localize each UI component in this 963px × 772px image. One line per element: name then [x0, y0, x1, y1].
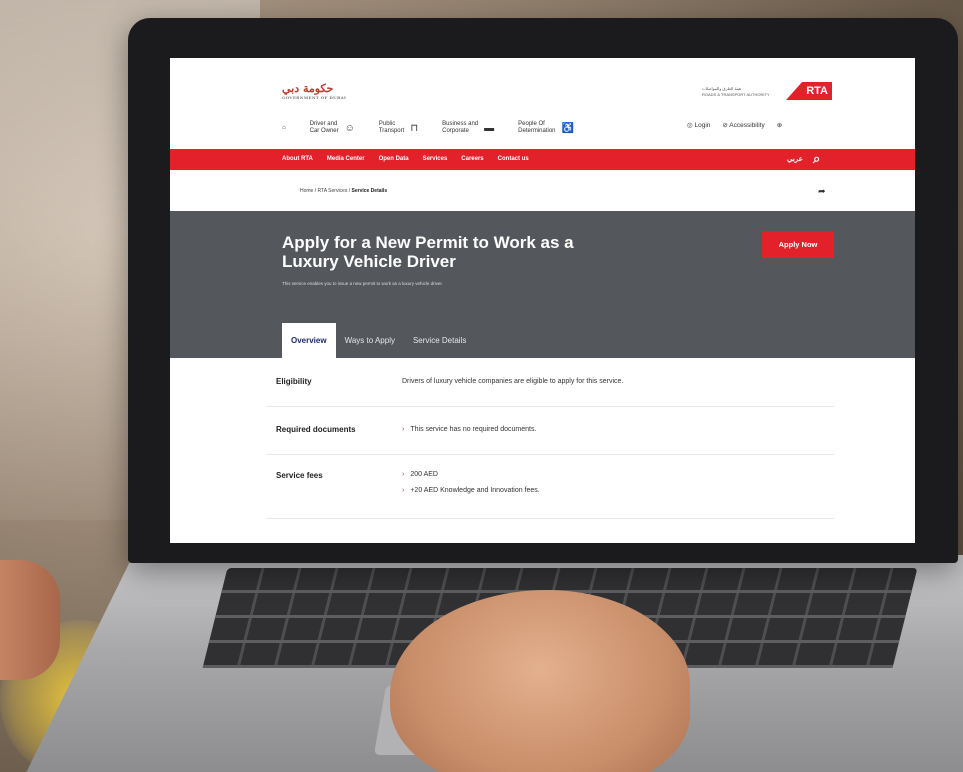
breadcrumb: Home / RTA Services / Service Details — [300, 188, 388, 194]
eligibility-value: Drivers of luxury vehicle companies are … — [402, 378, 624, 385]
gov-logo-arabic: حكومة دبي — [282, 82, 334, 95]
eligibility-row: Eligibility Drivers of luxury vehicle co… — [266, 358, 834, 407]
breadcrumb-services[interactable]: RTA Services — [318, 188, 348, 194]
left-arm — [0, 560, 60, 680]
nav-label: Public Transport — [378, 121, 405, 134]
login-link[interactable]: ◎ Login — [687, 121, 710, 129]
service-tabs: Overview Ways to Apply Service Details — [282, 323, 475, 358]
fees-label: Service fees — [276, 471, 323, 480]
bus-icon: ⊓ — [410, 122, 419, 134]
primary-nav: ⌂ Driver and Car Owner ☺ Public Transport … — [282, 118, 574, 138]
driver-icon: ☺ — [344, 122, 355, 134]
documents-label: Required documents — [276, 425, 356, 434]
site-header: حكومة دبي GOVERNMENT OF DUBAI هيئة الطرق… — [170, 58, 915, 134]
breadcrumb-home[interactable]: Home — [300, 188, 313, 194]
nav-driver-car-owner[interactable]: Driver and Car Owner ☺ — [310, 121, 355, 135]
nav-public-transport[interactable]: Public Transport ⊓ — [379, 121, 418, 135]
breadcrumb-current: Service Details — [351, 188, 388, 194]
rta-logo[interactable]: RTA — [786, 82, 832, 100]
page-title: Apply for a New Permit to Work as a Luxu… — [282, 233, 574, 271]
tab-ways-to-apply[interactable]: Ways to Apply — [336, 323, 404, 358]
header-tools: ◎ Login ⊘ Accessibility ⊕ — [687, 121, 782, 129]
fee-item: › +20 AED Knowledge and Innovation fees. — [402, 487, 540, 494]
nav-link-open-data[interactable]: Open Data — [379, 156, 409, 162]
fee-item: › 200 AED — [402, 471, 438, 478]
share-icon[interactable]: ➦ — [818, 186, 826, 197]
service-hero: Apply for a New Permit to Work as a Luxu… — [170, 211, 915, 358]
tab-overview[interactable]: Overview — [282, 323, 336, 358]
nav-label: Driver and Car Owner — [309, 121, 339, 134]
user-icon: ◎ — [687, 122, 693, 129]
secondary-nav-links: About RTA Media Center Open Data Service… — [282, 156, 529, 162]
wheelchair-icon: ♿ — [561, 122, 574, 134]
service-description: This service enables you to issue a new … — [282, 281, 443, 286]
nav-link-about[interactable]: About RTA — [282, 156, 313, 162]
nav-link-contact[interactable]: Contact us — [498, 156, 529, 162]
nav-link-media[interactable]: Media Center — [327, 156, 365, 162]
secondary-nav-bar: About RTA Media Center Open Data Service… — [170, 149, 915, 170]
accessibility-icon: ⊘ — [722, 122, 728, 129]
globe-icon[interactable]: ⊕ — [777, 121, 782, 129]
nav-label: Business and Corporate — [442, 121, 479, 134]
rta-subtitle: هيئة الطرق والمواصلات ROADS & TRANSPORT … — [702, 86, 782, 98]
accessibility-link[interactable]: ⊘ Accessibility — [722, 121, 764, 129]
briefcase-icon: ▬ — [484, 122, 495, 134]
eligibility-label: Eligibility — [276, 377, 312, 386]
apply-now-button[interactable]: Apply Now — [762, 231, 834, 258]
rta-subtitle-english: ROADS & TRANSPORT AUTHORITY — [702, 92, 770, 97]
home-icon[interactable]: ⌂ — [282, 125, 286, 131]
tab-service-details[interactable]: Service Details — [404, 323, 475, 358]
chevron-right-icon: › — [402, 471, 405, 478]
gov-logo-english: GOVERNMENT OF DUBAI — [282, 95, 347, 100]
documents-row: Required documents › This service has no … — [266, 406, 834, 455]
fees-row: Service fees › 200 AED › +20 AED Knowledge… — [266, 454, 834, 519]
language-toggle[interactable]: عربي — [787, 155, 803, 163]
documents-value: › This service has no required documents. — [402, 426, 537, 433]
laptop-screen: حكومة دبي GOVERNMENT OF DUBAI هيئة الطرق… — [170, 58, 915, 543]
overview-panel: Eligibility Drivers of luxury vehicle co… — [266, 358, 834, 543]
nav-business-corporate[interactable]: Business and Corporate ▬ — [442, 121, 494, 135]
chevron-right-icon: › — [402, 426, 405, 433]
search-icon[interactable]: ⌕ — [813, 151, 820, 167]
nav-people-of-determination[interactable]: People Of Determination ♿ — [518, 121, 574, 135]
photo-background: حكومة دبي GOVERNMENT OF DUBAI هيئة الطرق… — [0, 0, 963, 772]
chevron-right-icon: › — [402, 487, 405, 494]
government-of-dubai-logo[interactable]: حكومة دبي GOVERNMENT OF DUBAI — [282, 82, 346, 100]
nav-label: People Of Determination — [518, 121, 556, 134]
nav-link-careers[interactable]: Careers — [461, 156, 483, 162]
nav-link-services[interactable]: Services — [423, 156, 448, 162]
